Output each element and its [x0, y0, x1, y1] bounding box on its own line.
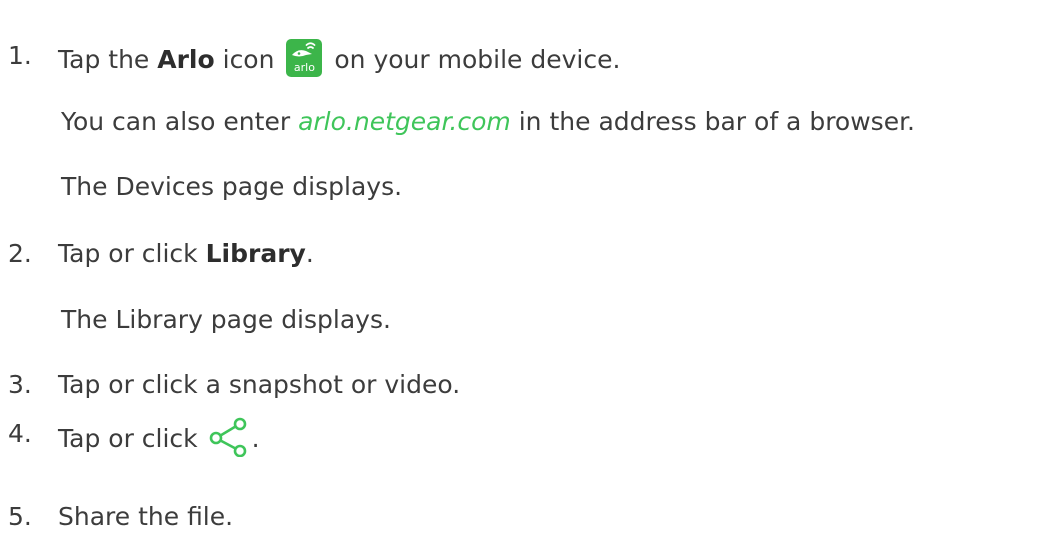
- arlo-app-icon: arlo: [286, 39, 323, 77]
- step-2-note-result: The Library page displays.: [61, 305, 391, 334]
- arlo-label: Arlo: [157, 45, 215, 74]
- step-text: Tap or click .: [58, 417, 260, 457]
- step-text: Tap or click a snapshot or video.: [58, 370, 461, 399]
- step-number: 4.: [8, 419, 32, 448]
- step-text: Share the file.: [58, 502, 234, 531]
- step-number: 5.: [8, 502, 32, 531]
- step-1-note-result: The Devices page displays.: [61, 172, 403, 201]
- step-1-note-browser: You can also enter arlo.netgear.com in t…: [61, 107, 916, 136]
- step-number: 2.: [8, 239, 32, 268]
- step-text: Tap or click Library.: [58, 239, 314, 268]
- step-number: 3.: [8, 370, 32, 399]
- step-text: Tap the Arlo icon arlo on your mobile de…: [58, 39, 620, 77]
- step-number: 1.: [8, 41, 32, 70]
- arlo-web-link[interactable]: arlo.netgear.com: [298, 107, 511, 136]
- library-label: Library: [205, 239, 306, 268]
- share-icon: [209, 417, 246, 457]
